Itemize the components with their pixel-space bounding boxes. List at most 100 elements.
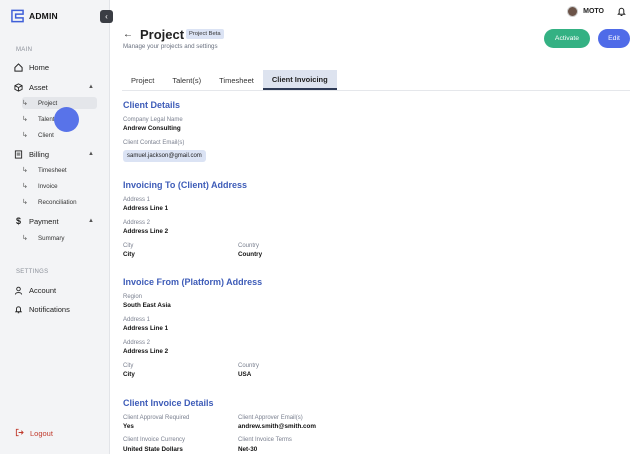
field-label: Address 1 (123, 317, 151, 323)
tab-timesheet[interactable]: Timesheet (210, 70, 263, 90)
logout-label: Logout (30, 429, 53, 438)
chevron-up-icon: ▲ (88, 218, 94, 224)
tab-project[interactable]: Project (122, 70, 163, 90)
field-value: Address Line 1 (123, 325, 169, 332)
sidebar-item-payment[interactable]: $ Payment ▲ (14, 214, 98, 228)
field-label: City (123, 243, 134, 249)
field-label: Address 2 (123, 220, 151, 226)
tab-bar: Project Talent(s) Timesheet Client Invoi… (122, 70, 337, 90)
chevron-up-icon: ▲ (88, 84, 94, 90)
sidebar-item-label: Account (29, 285, 57, 295)
section-title-invoice-details: Client Invoice Details (123, 398, 214, 408)
section-title-invoicing-to: Invoicing To (Client) Address (123, 180, 248, 190)
user-name: MOTO (583, 8, 604, 15)
chevron-left-icon: ‹ (105, 12, 108, 21)
sub-arrow-icon: ↳ (22, 100, 28, 107)
sidebar-item-asset[interactable]: Asset ▲ (14, 80, 98, 94)
section-title-invoice-from: Invoice From (Platform) Address (123, 277, 263, 287)
field-value: USA (238, 371, 252, 378)
field-value: City (123, 371, 135, 378)
user-menu[interactable]: MOTO (567, 6, 604, 17)
section-label-settings: SETTINGS (16, 269, 49, 275)
sidebar-item-home[interactable]: Home (14, 60, 98, 74)
sub-arrow-icon: ↳ (22, 167, 28, 174)
avatar (567, 6, 579, 17)
sidebar-subitem-client[interactable]: ↳ Client (22, 129, 97, 141)
sidebar-subitem-project[interactable]: ↳ Project (22, 97, 97, 109)
field-value: Address Line 2 (123, 228, 169, 235)
sidebar-item-label: Asset (29, 82, 48, 92)
sidebar-subitem-label: Timesheet (38, 166, 67, 174)
sidebar-subitem-label: Invoice (38, 182, 58, 190)
sidebar-subitem-label: Project (38, 99, 58, 107)
field-label: Country (238, 363, 260, 369)
tab-client-invoicing[interactable]: Client Invoicing (262, 70, 337, 90)
field-value: Yes (123, 423, 134, 430)
field-value: andrew.smith@smith.com (238, 423, 316, 430)
field-label: Client Invoice Terms (238, 437, 292, 443)
sidebar-item-notifications[interactable]: Notifications (14, 302, 98, 316)
app-name: ADMIN (29, 11, 58, 21)
page-subtitle: Manage your projects and settings (123, 43, 218, 50)
back-arrow-icon[interactable]: ← (123, 29, 133, 40)
sidebar-item-label: Notifications (29, 304, 70, 314)
tabs-divider (122, 90, 630, 91)
user-icon (14, 286, 23, 295)
field-value: Andrew Consulting (123, 125, 181, 132)
chevron-up-icon: ▲ (88, 151, 94, 157)
sidebar-subitem-invoice[interactable]: ↳ Invoice (22, 180, 97, 192)
email-chip: samuel.jackson@gmail.com (123, 150, 206, 162)
sidebar-item-label: Payment (29, 216, 59, 226)
dollar-icon: $ (15, 216, 21, 226)
home-icon (14, 62, 23, 72)
notification-bell-icon[interactable] (616, 6, 627, 17)
sidebar-item-account[interactable]: Account (14, 283, 98, 297)
logo-icon (11, 9, 24, 23)
logout-button[interactable]: Logout (15, 428, 53, 439)
cursor-indicator (54, 107, 79, 132)
edit-button[interactable]: Edit (598, 29, 630, 48)
sidebar-subitem-timesheet[interactable]: ↳ Timesheet (22, 164, 97, 176)
sub-arrow-icon: ↳ (22, 199, 28, 206)
field-value: Net-30 (238, 446, 258, 453)
sidebar-collapse-button[interactable]: ‹ (100, 10, 113, 23)
logout-icon (15, 428, 24, 439)
sub-arrow-icon: ↳ (22, 183, 28, 190)
page-title: Project (140, 27, 185, 42)
app-logo[interactable]: ADMIN (11, 9, 58, 23)
field-value: Address Line 1 (123, 205, 169, 212)
sidebar-subitem-label: Summary (38, 234, 65, 242)
field-label: Client Invoice Currency (123, 437, 186, 443)
sidebar-subitem-summary[interactable]: ↳ Summary (22, 232, 97, 244)
sidebar-item-label: Billing (29, 149, 50, 159)
sub-arrow-icon: ↳ (22, 116, 28, 123)
tab-talents[interactable]: Talent(s) (163, 70, 210, 90)
field-label: Client Contact Email(s) (123, 140, 185, 146)
sidebar-subitem-reconciliation[interactable]: ↳ Reconciliation (22, 196, 97, 208)
field-label: Company Legal Name (123, 117, 183, 123)
billing-icon (14, 149, 23, 159)
activate-button[interactable]: Activate (544, 29, 590, 48)
field-value: South East Asia (123, 302, 171, 309)
field-label: Client Approver Email(s) (238, 415, 303, 421)
field-label: Address 2 (123, 340, 151, 346)
sub-arrow-icon: ↳ (22, 235, 28, 242)
sidebar-item-label: Home (29, 62, 50, 72)
field-label: City (123, 363, 134, 369)
bell-icon (14, 305, 23, 314)
sidebar-subitem-label: Reconciliation (38, 198, 77, 206)
field-value: Country (238, 251, 263, 258)
field-label: Address 1 (123, 197, 151, 203)
sidebar-item-billing[interactable]: Billing ▲ (14, 147, 98, 161)
sidebar: ADMIN MAIN Home Asset ▲ ↳ Project ↳ Tale… (0, 0, 110, 454)
field-value: United State Dollars (123, 446, 183, 453)
field-value: City (123, 251, 135, 258)
asset-icon (14, 82, 23, 92)
field-label: Client Approval Required (123, 415, 190, 421)
project-badge: Project Beta (186, 29, 224, 39)
section-title-client-details: Client Details (123, 100, 181, 110)
field-label: Country (238, 243, 260, 249)
sub-arrow-icon: ↳ (22, 132, 28, 139)
sidebar-subitem-label: Client (38, 131, 54, 139)
sidebar-subitem-label: Talent (38, 115, 55, 123)
